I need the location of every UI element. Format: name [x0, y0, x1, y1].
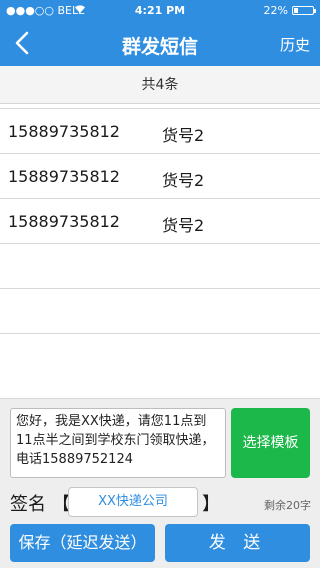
list-item[interactable]: 15889735812 货号2: [0, 198, 320, 243]
empty-row: [0, 288, 320, 333]
compose-panel: 您好，我是XX快递，请您11点到11点半之间到学校东门领取快递，电话158897…: [0, 398, 320, 568]
recipient-goods: 货号2: [162, 216, 205, 235]
send-button[interactable]: 发 送: [165, 524, 310, 562]
save-delayed-button[interactable]: 保存（延迟发送）: [10, 524, 155, 562]
recipient-goods: 货号2: [162, 126, 205, 145]
battery-percent: 22%: [263, 4, 288, 17]
status-bar: ●●●○○ BELL 4:21 PM 22%: [0, 0, 320, 20]
recipient-list: 15889735812 货号2 15889735812 货号2 15889735…: [0, 108, 320, 378]
history-button[interactable]: 历史: [280, 34, 310, 55]
recipient-phone: 15889735812: [8, 167, 120, 186]
signature-input[interactable]: XX快递公司: [68, 487, 198, 517]
recipient-goods: 货号2: [162, 171, 205, 190]
empty-row: [0, 333, 320, 378]
recipient-phone: 15889735812: [8, 212, 120, 231]
nav-bar: 群发短信 历史: [0, 20, 320, 66]
list-item[interactable]: 15889735812 货号2: [0, 153, 320, 198]
battery-fill: [294, 8, 298, 13]
page-title: 群发短信: [121, 36, 198, 58]
recipient-phone: 15889735812: [8, 122, 120, 141]
recipient-count: 共4条: [0, 66, 320, 104]
battery-icon: [292, 6, 316, 15]
signature-label: 签名: [10, 494, 46, 515]
choose-template-button[interactable]: 选择模板: [231, 408, 310, 478]
remaining-count: 剩余20字: [264, 499, 311, 512]
message-textarea[interactable]: 您好，我是XX快递，请您11点到11点半之间到学校东门领取快递，电话158897…: [10, 408, 226, 478]
list-item[interactable]: 15889735812 货号2: [0, 108, 320, 153]
empty-row: [0, 243, 320, 288]
signature-bracket-close: 】: [202, 494, 220, 515]
